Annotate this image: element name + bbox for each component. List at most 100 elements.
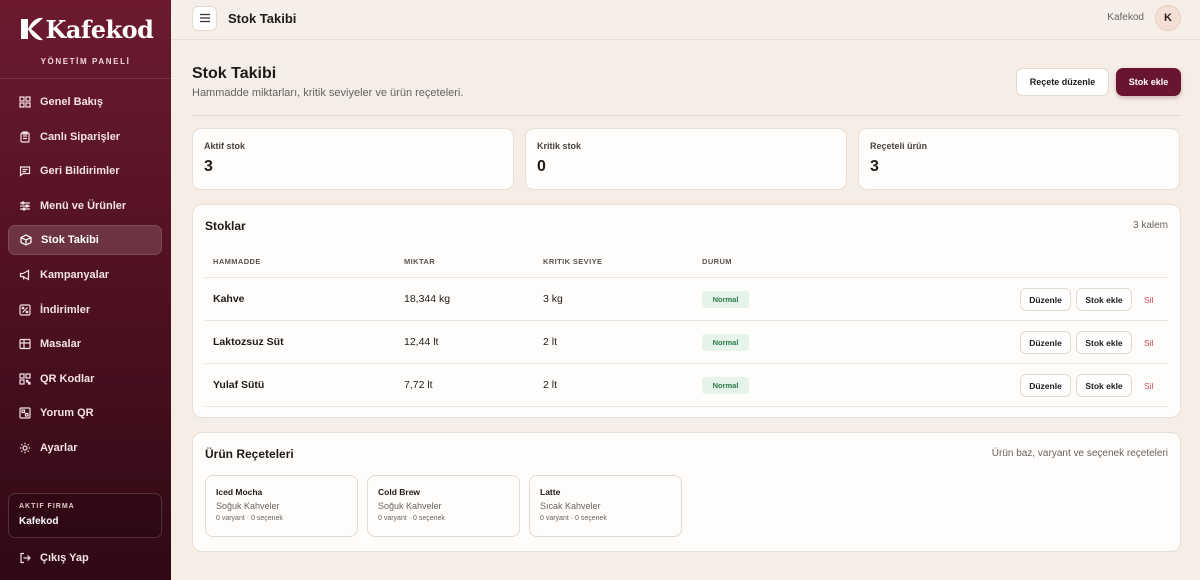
- edit-button[interactable]: Düzenle: [1020, 374, 1071, 397]
- add-stock-row-button[interactable]: Stok ekle: [1076, 374, 1132, 397]
- brand-name: Kafekod: [45, 14, 154, 44]
- stocks-count: 3 kalem: [1132, 220, 1168, 231]
- edit-button[interactable]: Düzenle: [1020, 288, 1071, 311]
- sidebar-item-masalar[interactable]: Masalar: [8, 329, 162, 359]
- recipes-description: Ürün baz, varyant ve seçenek reçeteleri: [991, 448, 1168, 459]
- logout-icon: [19, 552, 31, 564]
- ingredient-amount: 12,44 lt: [404, 336, 439, 348]
- add-stock-button[interactable]: Stok ekle: [1116, 68, 1181, 96]
- stat-value: 0: [537, 158, 546, 175]
- stat-label: Reçeteli ürün: [870, 141, 928, 151]
- edit-recipe-button[interactable]: Reçete düzenle: [1016, 68, 1109, 96]
- active-firm-label: AKTIF FIRMA: [19, 503, 75, 510]
- ingredient-name: Laktozsuz Süt: [213, 336, 284, 348]
- sidebar-item-menu-urunler[interactable]: Menü ve Ürünler: [8, 191, 162, 221]
- sidebar-item-label: Canlı Siparişler: [40, 130, 121, 143]
- column-header-critical-level: KRITIK SEVIYE: [543, 257, 603, 266]
- recipe-category: Soğuk Kahveler: [378, 501, 442, 511]
- sidebar-item-label: QR Kodlar: [40, 372, 95, 385]
- recipe-category: Soğuk Kahveler: [216, 501, 280, 511]
- page-subtitle: Hammadde miktarları, kritik seviyeler ve…: [192, 87, 464, 99]
- sidebar-item-canli-siparisler[interactable]: Canlı Siparişler: [8, 122, 162, 152]
- sidebar-item-genel-bakis[interactable]: Genel Bakış: [8, 87, 162, 117]
- box-icon: [20, 234, 32, 247]
- sidebar-item-ayarlar[interactable]: Ayarlar: [8, 433, 162, 463]
- recipe-card-latte[interactable]: Latte Sıcak Kahveler 0 varyant · 0 seçen…: [529, 475, 682, 537]
- add-stock-row-button[interactable]: Stok ekle: [1076, 288, 1132, 311]
- recipe-name: Latte: [540, 487, 561, 497]
- sidebar-item-stok-takibi[interactable]: Stok Takibi: [8, 225, 162, 256]
- stat-label: Aktif stok: [204, 141, 246, 151]
- brand-subtitle: YÖNETİM PANELİ: [40, 57, 131, 66]
- ingredient-critical: 3 kg: [543, 293, 563, 305]
- stat-value: 3: [870, 158, 879, 175]
- table-icon: [19, 338, 31, 350]
- add-stock-row-button[interactable]: Stok ekle: [1076, 331, 1132, 354]
- qr-comment-icon: [19, 407, 31, 419]
- stat-card-critical-stock: Kritik stok 0: [525, 128, 847, 190]
- recipe-name: Iced Mocha: [216, 487, 263, 497]
- recipes-title: Ürün Reçeteleri: [205, 447, 294, 461]
- ingredient-critical: 2 lt: [543, 379, 558, 391]
- recipe-card-cold-brew[interactable]: Cold Brew Soğuk Kahveler 0 varyant · 0 s…: [367, 475, 520, 537]
- recipe-name: Cold Brew: [378, 487, 421, 497]
- delete-button[interactable]: Sil: [1144, 381, 1153, 391]
- stat-value: 3: [204, 158, 213, 175]
- sidebar-item-kampanyalar[interactable]: Kampanyalar: [8, 260, 162, 290]
- sidebar-item-label: Genel Bakış: [40, 96, 103, 108]
- clipboard-icon: [19, 130, 31, 143]
- percent-icon: [19, 303, 31, 316]
- brand-logo[interactable]: Kafekod: [18, 14, 154, 44]
- ingredient-name: Kahve: [213, 293, 245, 305]
- ingredient-amount: 18,344 kg: [404, 293, 451, 305]
- avatar[interactable]: K: [1155, 5, 1181, 31]
- table-divider: [205, 320, 1168, 321]
- active-firm-card: AKTIF FIRMA Kafekod: [8, 493, 162, 538]
- recipes-card: Ürün Reçeteleri Ürün baz, varyant ve seç…: [192, 432, 1181, 552]
- column-header-amount: MIKTAR: [404, 257, 436, 266]
- table-divider: [205, 363, 1168, 364]
- sidebar-item-label: Kampanyalar: [40, 268, 110, 281]
- table-divider: [205, 406, 1168, 407]
- logout-button[interactable]: Çıkış Yap: [19, 552, 89, 564]
- column-header-status: DURUM: [702, 257, 732, 266]
- topbar-title: Stok Takibi: [228, 11, 297, 26]
- sidebar-item-label: Stok Takibi: [41, 234, 99, 247]
- sidebar-item-label: Geri Bildirimler: [40, 165, 120, 178]
- brand: Kafekod YÖNETİM PANELİ: [0, 14, 171, 66]
- recipe-meta: 0 varyant · 0 seçenek: [378, 515, 445, 522]
- sidebar-item-label: Menü ve Ürünler: [40, 199, 127, 212]
- edit-button[interactable]: Düzenle: [1020, 331, 1071, 354]
- recipe-card-iced-mocha[interactable]: Iced Mocha Soğuk Kahveler 0 varyant · 0 …: [205, 475, 358, 537]
- qr-icon: [19, 373, 31, 385]
- sidebar-item-indirimler[interactable]: İndirimler: [8, 295, 162, 325]
- user-name: Kafekod: [1107, 12, 1144, 23]
- header-divider: [192, 115, 1181, 116]
- delete-button[interactable]: Sil: [1144, 338, 1153, 348]
- delete-button[interactable]: Sil: [1144, 295, 1153, 305]
- stocks-title: Stoklar: [205, 219, 246, 233]
- sidebar-item-geri-bildirimler[interactable]: Geri Bildirimler: [8, 156, 162, 186]
- status-badge: Normal: [702, 377, 749, 394]
- recipe-category: Sıcak Kahveler: [540, 501, 601, 511]
- table-divider: [205, 277, 1168, 278]
- recipe-meta: 0 varyant · 0 seçenek: [540, 515, 607, 522]
- ingredient-amount: 7,72 lt: [404, 379, 433, 391]
- sliders-icon: [19, 200, 31, 212]
- active-firm-name: Kafekod: [19, 516, 59, 527]
- sidebar-item-label: Masalar: [40, 338, 81, 351]
- megaphone-icon: [19, 269, 31, 281]
- stocks-card: Stoklar 3 kalem HAMMADDE MIKTAR KRITIK S…: [192, 204, 1181, 418]
- logout-label: Çıkış Yap: [40, 552, 89, 564]
- sidebar-item-yorum-qr[interactable]: Yorum QR: [8, 398, 162, 428]
- menu-toggle-button[interactable]: [192, 6, 217, 31]
- ingredient-critical: 2 lt: [543, 336, 558, 348]
- stat-card-active-stock: Aktif stok 3: [192, 128, 514, 190]
- sidebar-item-qr-kodlar[interactable]: QR Kodlar: [8, 364, 162, 394]
- sidebar-nav: Genel Bakış Canlı Siparişler Geri Bildir…: [8, 87, 162, 468]
- gear-icon: [19, 442, 31, 454]
- page-title: Stok Takibi: [192, 65, 277, 82]
- kafekod-logo-icon: [18, 14, 44, 44]
- sidebar: Kafekod YÖNETİM PANELİ Genel Bakış Canlı…: [0, 0, 171, 580]
- recipe-meta: 0 varyant · 0 seçenek: [216, 515, 283, 522]
